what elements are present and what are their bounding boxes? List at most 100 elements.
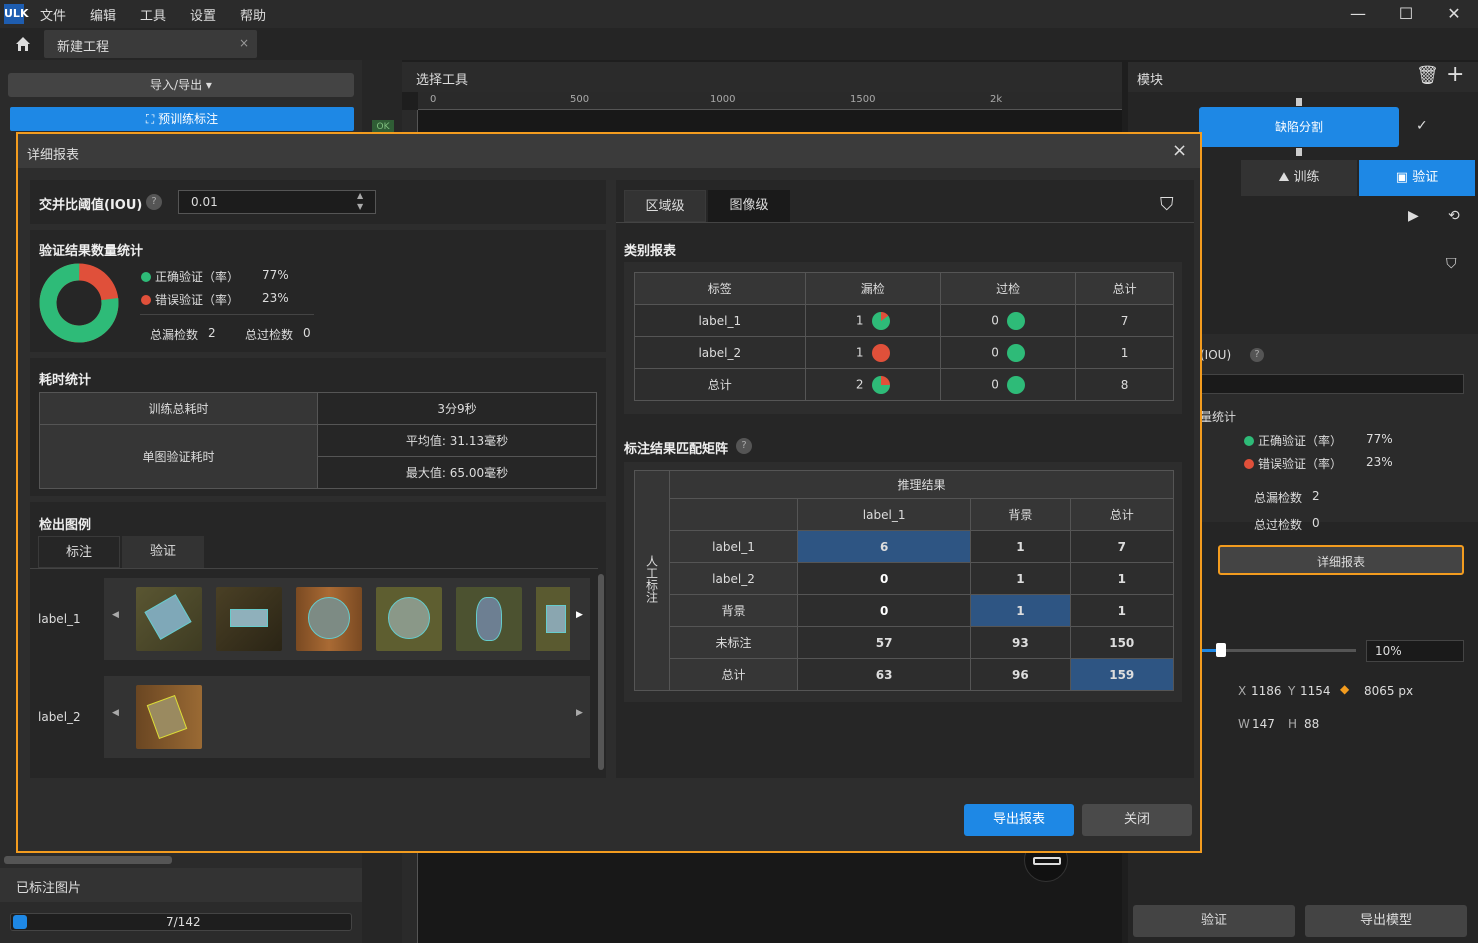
iou-input[interactable]: 0.01 ▲ ▼ [178, 190, 376, 214]
thumb-5[interactable] [456, 587, 522, 651]
examples-card: 检出图例 标注 验证 label_1 ◀ ▶ label_2 ◀ ▶ [30, 502, 606, 778]
tab-verify[interactable]: ▣ 验证 [1359, 160, 1475, 196]
legend-correct-dot [141, 272, 151, 282]
pretrain-icon: ⛶ [145, 112, 159, 126]
match-matrix-table: 人工标注 推理结果 label_1 背景 总计 label_1 6 1 7 la… [634, 470, 1175, 691]
time-table: 训练总耗时 3分9秒 单图验证耗时 平均值: 31.13毫秒 最大值: 65.00毫… [39, 392, 597, 489]
verify-button[interactable]: 验证 [1133, 905, 1295, 937]
tab-image-level[interactable]: 图像级 [708, 190, 790, 222]
dialog-close-icon[interactable]: × [1172, 140, 1187, 161]
history-icon[interactable]: ⟲ [1448, 208, 1460, 224]
tab-project-label: 新建工程 [57, 40, 110, 55]
detail-report-button[interactable]: 详细报表 [1218, 545, 1464, 575]
legend-wrong-dot [141, 295, 151, 305]
actual-label: 人工标注 [644, 555, 659, 603]
menu-bar: ULK 文件 编辑 工具 设置 帮助 — ☐ ✕ [0, 0, 1478, 28]
label1-gallery: ◀ ▶ [104, 578, 590, 660]
tab-annotation[interactable]: 标注 [38, 536, 120, 568]
app-logo: ULK [4, 4, 28, 24]
miss-pie-icon [871, 375, 890, 394]
add-icon[interactable]: + [1446, 62, 1464, 87]
tab-verification[interactable]: 验证 [122, 536, 204, 568]
export-model-button[interactable]: 导出模型 [1305, 905, 1467, 937]
iou-input-right[interactable] [1200, 374, 1464, 394]
horizontal-ruler: 0 500 1000 1500 2k [418, 92, 1122, 110]
delete-icon[interactable]: 🗑 [1416, 65, 1439, 86]
close-window-icon[interactable]: ✕ [1443, 3, 1465, 25]
gallery-scrollbar[interactable] [598, 574, 604, 770]
thumb-label2-1[interactable] [136, 685, 202, 749]
menu-edit[interactable]: 编辑 [90, 5, 116, 24]
table-row: label_2 0 1 1 [635, 562, 1175, 595]
module-header: 模块 🗑 + [1128, 62, 1478, 92]
help-icon[interactable]: ? [1250, 348, 1264, 362]
labeled-images-header: 已标注图片 [0, 868, 362, 902]
export-report-button[interactable]: 导出报表 [964, 804, 1074, 836]
train-icon: ⛰ [1278, 170, 1294, 185]
class-report-table: 标签 漏检 过检 总计 label_1 1 0 7 label_2 1 0 1 … [634, 272, 1174, 401]
table-row: 总计 63 96 159 [635, 658, 1175, 691]
verify-summary: (IOU) ? 量统计 正确验证（率） 77% 错误验证（率） 23% 总漏检数… [1200, 334, 1478, 522]
area-icon: ◆ [1340, 682, 1350, 696]
close-dialog-button[interactable]: 关闭 [1082, 804, 1192, 836]
zoom-slider-handle[interactable] [1216, 643, 1226, 657]
table-row: label_1 6 1 7 [635, 530, 1175, 563]
menu-settings[interactable]: 设置 [190, 5, 216, 24]
table-row: label_2 1 0 1 [634, 336, 1174, 369]
matrix-help-icon[interactable]: ? [736, 438, 752, 454]
prev-icon-2[interactable]: ◀ [112, 708, 119, 718]
dialog-header: 详细报表 × [18, 134, 1200, 168]
stats-card: 验证结果数量统计 正确验证（率） 77% 错误验证（率） 23% 总漏检数 2 … [30, 230, 606, 352]
thumb-3[interactable] [296, 587, 362, 651]
minimize-icon[interactable]: — [1347, 3, 1369, 25]
over-dot-icon [1006, 311, 1025, 330]
dialog-title: 详细报表 [27, 148, 80, 163]
module-defect-segmentation[interactable]: 缺陷分割 [1199, 107, 1399, 147]
check-icon: ✓ [1416, 118, 1428, 134]
next-icon[interactable]: ▶ [576, 610, 583, 620]
filter-icon[interactable]: ⛉ [1446, 256, 1457, 272]
over-dot-icon [1006, 343, 1025, 362]
home-icon[interactable] [14, 35, 32, 53]
miss-pie-icon [871, 343, 890, 362]
progress-fill [13, 915, 27, 929]
zoom-slider[interactable] [1202, 643, 1356, 657]
table-row: 总计 2 0 8 [634, 368, 1174, 401]
horizontal-scrollbar[interactable] [4, 856, 172, 864]
menu-tools[interactable]: 工具 [140, 5, 166, 24]
verify-icon: ▣ [1395, 170, 1413, 185]
spin-down-icon[interactable]: ▼ [357, 202, 363, 211]
import-export-button[interactable]: 导入/导出 ▾ [8, 73, 354, 97]
table-row: 未标注 57 93 150 [635, 626, 1175, 659]
miss-pie-icon [871, 311, 890, 330]
thumb-6[interactable] [536, 587, 570, 651]
result-donut-chart [39, 263, 119, 343]
detail-report-dialog: 详细报表 × 交并比阈值(IOU) ? 0.01 ▲ ▼ 验证结果数量统计 正确… [16, 132, 1202, 853]
tab-train[interactable]: ⛰ 训练 [1241, 160, 1357, 196]
thumb-2[interactable] [216, 587, 282, 651]
zoom-input[interactable]: 10% [1366, 640, 1464, 662]
iou-card: 交并比阈值(IOU) ? 0.01 ▲ ▼ [30, 180, 606, 224]
label2-gallery: ◀ ▶ [104, 676, 590, 758]
play-icon[interactable]: ▶ [1408, 208, 1419, 224]
thumb-4[interactable] [376, 587, 442, 651]
menu-help[interactable]: 帮助 [240, 5, 266, 24]
menu-file[interactable]: 文件 [40, 5, 66, 24]
spin-up-icon[interactable]: ▲ [357, 191, 363, 200]
table-row: 背景 0 1 1 [635, 594, 1175, 627]
labeled-progress-bar: 7/142 [10, 913, 352, 931]
maximize-icon[interactable]: ☐ [1395, 3, 1417, 25]
over-dot-icon [1006, 375, 1025, 394]
prev-icon[interactable]: ◀ [112, 610, 119, 620]
time-card: 耗时统计 训练总耗时 3分9秒 单图验证耗时 平均值: 31.13毫秒 最大值: 6… [30, 358, 606, 496]
report-filter-icon[interactable]: ⛉ [1160, 194, 1174, 215]
table-row: label_1 1 0 7 [634, 304, 1174, 337]
thumb-1[interactable] [136, 587, 202, 651]
iou-help-icon[interactable]: ? [146, 194, 162, 210]
tool-header: 选择工具 [402, 62, 1122, 92]
tab-region-level[interactable]: 区域级 [624, 190, 706, 222]
pretrain-label-button[interactable]: ⛶ 预训练标注 [10, 107, 354, 131]
tab-project[interactable]: 新建工程 × [44, 30, 257, 58]
next-icon-2[interactable]: ▶ [576, 708, 583, 718]
tab-close-icon[interactable]: × [239, 36, 249, 50]
